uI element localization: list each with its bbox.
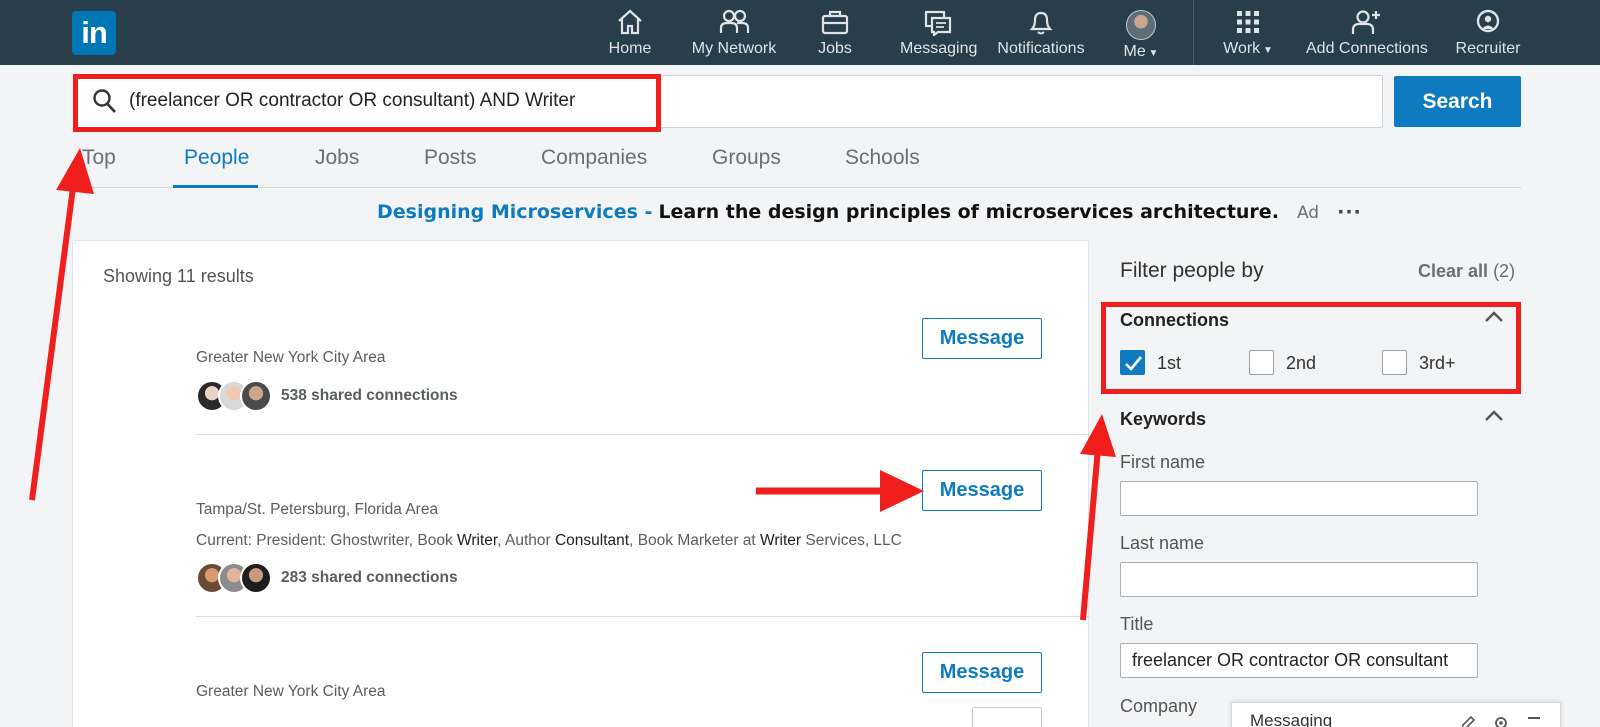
results-count: Showing 11 results bbox=[103, 266, 254, 286]
add-person-icon bbox=[1351, 10, 1380, 34]
caret-down-icon: ▼ bbox=[1145, 48, 1159, 59]
shared-connections-text: 538 shared connections bbox=[281, 387, 458, 404]
first-name-label: First name bbox=[1120, 452, 1206, 472]
tab-companies[interactable]: Companies bbox=[541, 146, 647, 170]
tab-top[interactable]: Top bbox=[82, 146, 116, 170]
last-name-field[interactable] bbox=[1120, 562, 1478, 597]
connection-avatar bbox=[240, 380, 272, 412]
nav-jobs[interactable]: Jobs bbox=[814, 8, 856, 60]
annotation-highlight-connections bbox=[1101, 302, 1521, 394]
briefcase-icon bbox=[821, 10, 849, 35]
title-field[interactable]: freelancer OR contractor OR consultant bbox=[1120, 643, 1478, 678]
message-button[interactable]: Message bbox=[922, 318, 1042, 359]
keywords-section-title[interactable]: Keywords bbox=[1120, 409, 1206, 430]
clear-all-label: Clear all bbox=[1418, 261, 1489, 281]
nav-divider bbox=[1193, 0, 1194, 65]
current-highlight: Writer bbox=[760, 532, 802, 549]
ad-banner: Designing Microservices - Learn the desi… bbox=[377, 201, 1362, 223]
ad-text[interactable]: Learn the design principles of microserv… bbox=[658, 201, 1278, 223]
caret-down-icon: ▼ bbox=[1260, 45, 1273, 56]
current-highlight: Consultant bbox=[554, 532, 630, 549]
nav-me[interactable]: Me ▼ bbox=[1118, 10, 1164, 62]
nav-messaging[interactable]: Messaging bbox=[900, 8, 978, 60]
nav-recruiter-label: Recruiter bbox=[1455, 40, 1521, 57]
compose-icon[interactable] bbox=[1459, 714, 1477, 727]
nav-work-label: Work bbox=[1223, 40, 1261, 57]
active-tab-indicator bbox=[173, 185, 258, 188]
nav-me-label-wrap: Me ▼ bbox=[1118, 43, 1164, 61]
recruiter-icon bbox=[1476, 9, 1500, 33]
shared-connections-text: 283 shared connections bbox=[281, 569, 458, 586]
search-tabs: Top People Jobs Posts Companies Groups S… bbox=[73, 140, 1521, 188]
last-name-label: Last name bbox=[1120, 533, 1205, 553]
result-location: Tampa/St. Petersburg, Florida Area bbox=[196, 501, 439, 518]
nav-messaging-label: Messaging bbox=[900, 40, 978, 57]
title-label: Title bbox=[1120, 614, 1154, 634]
tab-jobs[interactable]: Jobs bbox=[315, 146, 359, 170]
tab-people[interactable]: People bbox=[184, 146, 249, 170]
result-current-position: Current: President: Ghostwriter, Book Wr… bbox=[196, 532, 902, 550]
nav-my-network[interactable]: My Network bbox=[688, 8, 780, 60]
gear-icon[interactable] bbox=[1492, 714, 1510, 727]
messaging-widget-title: Messaging bbox=[1250, 711, 1333, 727]
nav-work-label-wrap: Work ▼ bbox=[1222, 40, 1274, 58]
messaging-widget[interactable]: Messaging bbox=[1231, 702, 1561, 727]
top-navigation-bar: in Home My Network Jobs Messaging Notifi… bbox=[0, 0, 1600, 65]
current-text: Current: President: Ghostwriter, Book bbox=[196, 532, 458, 549]
result-location: Greater New York City Area bbox=[196, 349, 386, 366]
current-text: , Author bbox=[497, 532, 555, 549]
nav-me-label: Me bbox=[1123, 43, 1146, 60]
annotation-highlight-search bbox=[73, 74, 661, 132]
nav-notifications-label: Notifications bbox=[997, 40, 1085, 57]
tab-posts[interactable]: Posts bbox=[424, 146, 477, 170]
ad-link[interactable]: Designing Microservices - bbox=[377, 201, 652, 223]
current-highlight: Writer bbox=[457, 532, 498, 549]
clear-all-count: (2) bbox=[1493, 261, 1516, 281]
nav-add-connections[interactable]: Add Connections bbox=[1306, 8, 1428, 60]
grid-icon bbox=[1237, 11, 1259, 33]
minimize-icon[interactable] bbox=[1525, 714, 1543, 727]
bell-icon bbox=[1029, 11, 1053, 35]
tab-schools[interactable]: Schools bbox=[845, 146, 920, 170]
nav-recruiter[interactable]: Recruiter bbox=[1455, 8, 1521, 60]
company-label: Company bbox=[1120, 696, 1198, 716]
filter-title: Filter people by bbox=[1120, 259, 1264, 282]
search-results-card: Showing 11 results Message Greater New Y… bbox=[72, 240, 1090, 727]
search-button[interactable]: Search bbox=[1394, 76, 1521, 127]
result-divider bbox=[196, 434, 1090, 435]
clear-all-button[interactable]: Clear all (2) bbox=[1418, 261, 1515, 282]
home-icon bbox=[618, 9, 642, 35]
result-location: Greater New York City Area bbox=[196, 683, 386, 700]
nav-work[interactable]: Work ▼ bbox=[1222, 8, 1274, 60]
linkedin-logo[interactable]: in bbox=[72, 11, 116, 55]
current-text: , Book Marketer at bbox=[629, 532, 761, 549]
avatar bbox=[1126, 10, 1156, 40]
nav-my-network-label: My Network bbox=[691, 40, 777, 57]
nav-home-label: Home bbox=[608, 40, 652, 57]
ad-tag: Ad bbox=[1296, 203, 1320, 223]
nav-add-connections-label: Add Connections bbox=[1306, 40, 1428, 57]
connection-avatar bbox=[240, 562, 272, 594]
my-network-icon bbox=[719, 9, 750, 33]
nav-notifications[interactable]: Notifications bbox=[995, 8, 1087, 60]
tab-groups[interactable]: Groups bbox=[712, 146, 781, 170]
message-button[interactable]: Message bbox=[922, 652, 1042, 693]
more-options-icon[interactable]: ··· bbox=[1337, 201, 1362, 223]
message-button[interactable]: Message bbox=[922, 470, 1042, 511]
nav-home[interactable]: Home bbox=[602, 8, 658, 60]
result-secondary-button[interactable] bbox=[972, 707, 1042, 727]
nav-jobs-label: Jobs bbox=[818, 40, 852, 57]
chevron-up-icon[interactable] bbox=[1484, 409, 1504, 423]
current-text: Services, LLC bbox=[801, 532, 902, 549]
result-divider bbox=[196, 616, 1090, 617]
first-name-field[interactable] bbox=[1120, 481, 1478, 516]
messaging-icon bbox=[924, 10, 952, 36]
